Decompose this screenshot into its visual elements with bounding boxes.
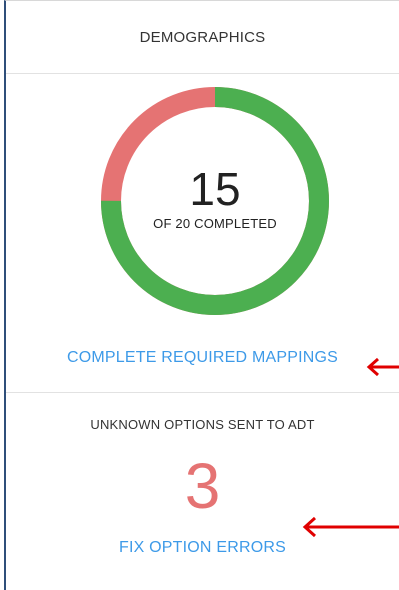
screenshot-frame: DEMOGRAPHICS 15 OF 20 COMPLETED COMPLETE… xyxy=(0,0,399,590)
section-divider xyxy=(6,392,399,393)
left-arrow-annotation-icon xyxy=(302,516,399,538)
unknown-options-count: 3 xyxy=(184,450,221,522)
completed-subtitle: OF 20 COMPLETED xyxy=(153,215,277,231)
fix-option-errors-link[interactable]: FIX OPTION ERRORS xyxy=(6,539,399,557)
demographics-card: DEMOGRAPHICS 15 OF 20 COMPLETED COMPLETE… xyxy=(4,0,399,590)
unknown-options-label: UNKNOWN OPTIONS SENT TO ADT xyxy=(90,417,315,432)
donut-center-text: 15 OF 20 COMPLETED xyxy=(101,87,329,315)
left-arrow-annotation-icon xyxy=(366,357,399,377)
card-title: DEMOGRAPHICS xyxy=(139,28,266,46)
card-header: DEMOGRAPHICS xyxy=(6,1,399,74)
completed-count: 15 xyxy=(189,162,241,215)
completion-donut-chart: 15 OF 20 COMPLETED xyxy=(101,87,329,315)
complete-required-mappings-link[interactable]: COMPLETE REQUIRED MAPPINGS xyxy=(6,349,399,367)
